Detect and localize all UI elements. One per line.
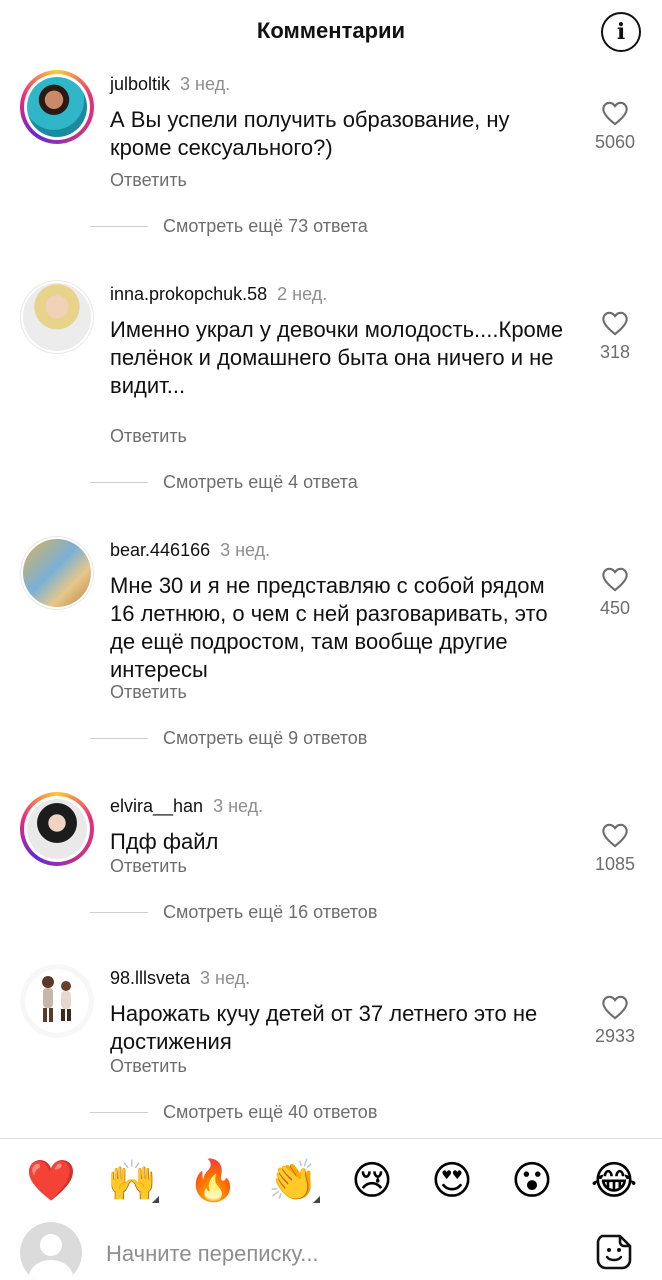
reply-button[interactable]: Ответить xyxy=(110,426,187,447)
like-button[interactable]: 450 xyxy=(586,566,644,619)
divider xyxy=(90,738,148,739)
view-more-replies[interactable]: Смотреть ещё 73 ответа xyxy=(90,216,368,237)
user-placeholder-icon xyxy=(40,1234,62,1256)
surprised-face-emoji[interactable]: 😮 xyxy=(508,1157,556,1205)
comment-username[interactable]: elvira__han xyxy=(110,796,203,816)
comment-timestamp: 2 нед. xyxy=(277,284,328,304)
divider xyxy=(90,912,148,913)
avatar-story-ring[interactable] xyxy=(20,70,94,144)
reaction-bar: ❤️ 🙌 🔥 👏 😢 😍 😮 😂 xyxy=(0,1138,662,1220)
tears-of-joy-emoji[interactable]: 😂 xyxy=(590,1157,638,1205)
like-button[interactable]: 1085 xyxy=(586,822,644,875)
avatar[interactable] xyxy=(27,799,87,859)
comments-list[interactable]: julboltik 3 нед. А Вы успели получить обр… xyxy=(0,64,662,1138)
reply-button[interactable]: Ответить xyxy=(110,170,187,191)
avatar-frame[interactable] xyxy=(20,964,94,1038)
avatar-frame[interactable] xyxy=(20,536,94,610)
raising-hands-emoji[interactable]: 🙌 xyxy=(107,1157,159,1205)
comment-timestamp: 3 нед. xyxy=(200,968,251,988)
heart-icon xyxy=(602,101,628,126)
divider xyxy=(90,226,148,227)
like-button[interactable]: 318 xyxy=(586,310,644,363)
comment-text: Нарожать кучу детей от 37 летнего это не… xyxy=(110,1001,538,1054)
avatar[interactable] xyxy=(20,964,94,1038)
comment-text: А Вы успели получить образование, ну кро… xyxy=(110,107,510,160)
reply-button[interactable]: Ответить xyxy=(110,1056,187,1077)
avatar-story-ring[interactable] xyxy=(20,792,94,866)
avatar xyxy=(20,1222,82,1280)
avatar-figures-icon xyxy=(42,976,71,1022)
clapping-hands-glyph: 👏 xyxy=(268,1158,318,1204)
user-placeholder-body xyxy=(29,1260,73,1280)
like-button[interactable]: 2933 xyxy=(586,994,644,1047)
page-title: Комментарии xyxy=(256,18,406,43)
header: Комментарии i xyxy=(0,0,662,64)
view-more-replies-label: Смотреть ещё 16 ответов xyxy=(163,902,378,922)
like-count: 2933 xyxy=(594,1026,636,1046)
comment-input[interactable] xyxy=(106,1238,566,1270)
view-more-replies[interactable]: Смотреть ещё 16 ответов xyxy=(90,902,377,923)
crying-face-emoji[interactable]: 😢 xyxy=(348,1157,396,1205)
divider xyxy=(90,482,148,483)
comment-text: Именно украл у девочки молодость....Кром… xyxy=(110,317,564,398)
comment-timestamp: 3 нед. xyxy=(180,74,231,94)
comment-username[interactable]: inna.prokopchuk.58 xyxy=(110,284,267,304)
divider xyxy=(90,1112,148,1113)
comment-timestamp: 3 нед. xyxy=(220,540,271,560)
heart-eyes-emoji[interactable]: 😍 xyxy=(428,1157,476,1205)
heart-icon xyxy=(602,311,628,336)
clapping-hands-emoji[interactable]: 👏 xyxy=(268,1157,320,1205)
like-count: 1085 xyxy=(594,854,636,874)
view-more-replies[interactable]: Смотреть ещё 40 ответов xyxy=(90,1102,377,1123)
like-count: 450 xyxy=(599,598,631,618)
raising-hands-glyph: 🙌 xyxy=(107,1158,157,1204)
view-more-replies[interactable]: Смотреть ещё 9 ответов xyxy=(90,728,367,749)
comment-text: Мне 30 и я не представляю с собой рядом … xyxy=(110,573,548,682)
view-more-replies-label: Смотреть ещё 4 ответа xyxy=(163,472,358,492)
avatar[interactable] xyxy=(23,539,91,607)
variant-indicator xyxy=(152,1196,159,1203)
comment-username[interactable]: julboltik xyxy=(110,74,170,94)
heart-emoji[interactable]: ❤️ xyxy=(26,1157,76,1205)
sticker-icon[interactable] xyxy=(594,1232,634,1272)
avatar[interactable] xyxy=(27,77,87,137)
like-count: 318 xyxy=(599,342,631,362)
view-more-replies[interactable]: Смотреть ещё 4 ответа xyxy=(90,472,358,493)
avatar[interactable] xyxy=(23,283,91,351)
fire-emoji[interactable]: 🔥 xyxy=(188,1157,238,1205)
avatar-frame[interactable] xyxy=(20,280,94,354)
heart-icon xyxy=(602,567,628,592)
view-more-replies-label: Смотреть ещё 9 ответов xyxy=(163,728,368,748)
reply-button[interactable]: Ответить xyxy=(110,856,187,877)
comment-text: Пдф файл xyxy=(110,829,219,854)
comment-composer xyxy=(0,1220,662,1280)
info-icon[interactable]: i xyxy=(601,12,641,52)
view-more-replies-label: Смотреть ещё 40 ответов xyxy=(163,1102,378,1122)
heart-icon xyxy=(602,823,628,848)
like-button[interactable]: 5060 xyxy=(586,100,644,153)
heart-icon xyxy=(602,995,628,1020)
comment-username[interactable]: bear.446166 xyxy=(110,540,210,560)
variant-indicator xyxy=(313,1196,320,1203)
view-more-replies-label: Смотреть ещё 73 ответа xyxy=(163,216,368,236)
like-count: 5060 xyxy=(594,132,636,152)
comment-username[interactable]: 98.lllsveta xyxy=(110,968,190,988)
reply-button[interactable]: Ответить xyxy=(110,682,187,703)
comment-timestamp: 3 нед. xyxy=(213,796,264,816)
